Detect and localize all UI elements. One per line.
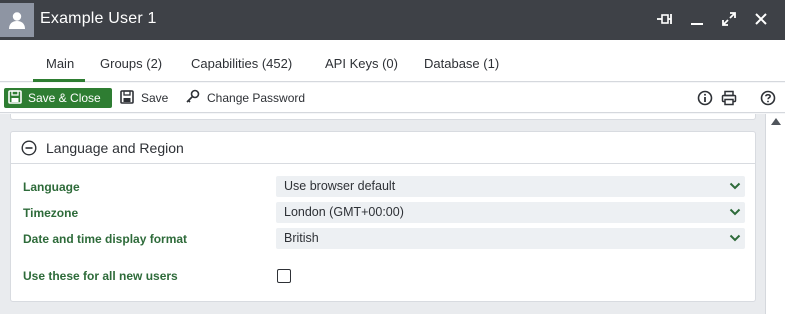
tab-api-keys[interactable]: API Keys (0) [325, 56, 398, 71]
timezone-value: London (GMT+00:00) [284, 205, 404, 219]
all-users-checkbox[interactable] [277, 269, 291, 283]
timezone-label: Timezone [23, 206, 79, 220]
collapse-icon[interactable] [21, 140, 37, 156]
previous-panel [10, 114, 756, 120]
help-icon[interactable] [759, 89, 777, 107]
save-and-close-button[interactable]: Save & Close [4, 88, 112, 108]
panel-header[interactable]: Language and Region [11, 132, 755, 164]
tab-groups[interactable]: Groups (2) [100, 56, 162, 71]
tab-database[interactable]: Database (1) [424, 56, 499, 71]
scroll-up-icon[interactable] [771, 118, 781, 125]
pin-icon[interactable] [655, 9, 675, 29]
tab-bar: Main Groups (2) Capabilities (452) API K… [0, 40, 785, 82]
panel-title: Language and Region [46, 140, 184, 156]
maximize-icon[interactable] [719, 9, 739, 29]
change-password-label: Change Password [207, 91, 306, 105]
chevron-down-icon [729, 234, 741, 242]
close-icon[interactable] [751, 9, 771, 29]
info-icon[interactable] [696, 89, 714, 107]
active-tab-indicator [33, 79, 85, 82]
tab-main[interactable]: Main [46, 56, 74, 71]
toolbar: Save & Close Save Change Password [0, 83, 785, 113]
user-dialog: Example User 1 Main Groups (2) Capabilit… [0, 0, 785, 314]
save-icon [8, 89, 22, 107]
date-format-select[interactable]: British [276, 228, 745, 249]
key-icon [185, 89, 200, 107]
content-area: Language and Region Language Use browser… [0, 114, 765, 314]
language-label: Language [23, 180, 80, 194]
title-bar: Example User 1 [0, 0, 785, 40]
date-format-label: Date and time display format [23, 232, 188, 246]
print-icon[interactable] [720, 89, 738, 107]
date-format-value: British [284, 231, 319, 245]
save-icon [120, 89, 134, 107]
all-users-label: Use these for all new users [23, 269, 178, 283]
save-button[interactable]: Save [120, 88, 169, 108]
chevron-down-icon [729, 182, 741, 190]
vertical-scrollbar[interactable] [765, 114, 785, 314]
language-region-panel: Language and Region Language Use browser… [10, 131, 756, 302]
minimize-icon[interactable] [687, 9, 707, 29]
timezone-select[interactable]: London (GMT+00:00) [276, 202, 745, 223]
window-title: Example User 1 [40, 10, 157, 27]
save-and-close-label: Save & Close [28, 91, 101, 105]
save-label: Save [141, 91, 169, 105]
chevron-down-icon [729, 208, 741, 216]
language-value: Use browser default [284, 179, 396, 193]
tab-capabilities[interactable]: Capabilities (452) [191, 56, 292, 71]
user-avatar-icon [0, 3, 34, 37]
language-select[interactable]: Use browser default [276, 176, 745, 197]
change-password-button[interactable]: Change Password [185, 88, 306, 108]
